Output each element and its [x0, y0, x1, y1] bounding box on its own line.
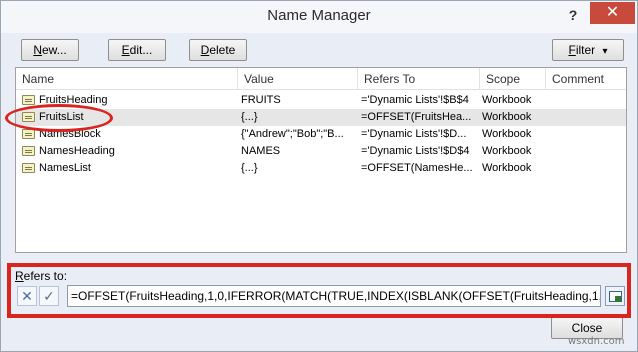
row-refers-to: ='Dynamic Lists'!$D$4 — [361, 145, 470, 157]
list-row[interactable]: NamesHeading NAMES ='Dynamic Lists'!$D$4… — [16, 143, 626, 160]
chevron-down-icon: ▾ — [602, 46, 608, 57]
highlight-ellipse — [5, 104, 113, 132]
column-header-scope[interactable]: Scope — [480, 68, 546, 90]
names-list[interactable]: Name Value Refers To Scope Comment Fruit… — [15, 67, 627, 253]
row-comment — [549, 160, 625, 177]
row-refers-to: =OFFSET(NamesHe... — [361, 162, 473, 174]
row-comment — [549, 143, 625, 160]
watermark: wsxdn.com — [568, 336, 625, 347]
row-scope: Workbook — [482, 162, 532, 174]
column-header-value[interactable]: Value — [238, 68, 358, 90]
new-button[interactable]: New... — [21, 39, 79, 61]
column-header-refers-to[interactable]: Refers To — [358, 68, 480, 90]
row-refers-to: ='Dynamic Lists'!$D... — [361, 128, 467, 140]
name-icon — [22, 95, 35, 105]
title-bar: Name Manager ? ✕ — [1, 1, 637, 33]
list-header: Name Value Refers To Scope Comment — [16, 68, 626, 90]
row-value: {...} — [241, 162, 258, 174]
new-button-label: ew... — [41, 43, 67, 57]
name-icon — [22, 163, 35, 173]
row-scope: Workbook — [482, 111, 532, 123]
row-refers-to: ='Dynamic Lists'!$B$4 — [361, 94, 469, 106]
window-title: Name Manager — [267, 7, 371, 24]
filter-button[interactable]: Filter ▾ — [552, 39, 624, 61]
help-button[interactable]: ? — [561, 5, 585, 25]
edit-button-label: dit... — [129, 43, 153, 57]
row-scope: Workbook — [482, 128, 532, 140]
column-header-name[interactable]: Name — [16, 68, 238, 90]
row-value: {...} — [241, 111, 258, 123]
row-name: NamesHeading — [39, 145, 115, 157]
edit-button[interactable]: Edit... — [108, 39, 166, 61]
new-button-hotkey: N — [33, 43, 42, 57]
filter-button-hotkey: F — [568, 43, 576, 57]
row-comment — [549, 109, 625, 126]
list-row[interactable]: NamesBlock {"Andrew";"Bob";"B... ='Dynam… — [16, 126, 626, 143]
name-icon — [22, 129, 35, 139]
name-icon — [22, 146, 35, 156]
row-value: {"Andrew";"Bob";"B... — [241, 128, 344, 140]
column-header-comment[interactable]: Comment — [546, 68, 626, 90]
filter-button-label: ilter — [575, 43, 596, 57]
row-value: FRUITS — [241, 94, 281, 106]
row-comment — [549, 126, 625, 143]
row-scope: Workbook — [482, 145, 532, 157]
row-value: NAMES — [241, 145, 281, 157]
row-name: NamesList — [39, 162, 91, 174]
row-refers-to: =OFFSET(FruitsHea... — [361, 111, 472, 123]
name-manager-dialog: Name Manager ? ✕ New... Edit... Delete F… — [0, 0, 638, 352]
row-scope: Workbook — [482, 94, 532, 106]
row-comment — [549, 92, 625, 109]
delete-button[interactable]: Delete — [189, 39, 247, 61]
delete-button-label: elete — [209, 43, 236, 57]
close-window-button[interactable]: ✕ — [590, 2, 635, 24]
highlight-rectangle — [7, 263, 631, 318]
list-row[interactable]: FruitsHeading FRUITS ='Dynamic Lists'!$B… — [16, 92, 626, 109]
list-row[interactable]: NamesList {...} =OFFSET(NamesHe... Workb… — [16, 160, 626, 177]
delete-button-hotkey: D — [200, 43, 210, 57]
edit-button-hotkey: E — [121, 43, 130, 57]
